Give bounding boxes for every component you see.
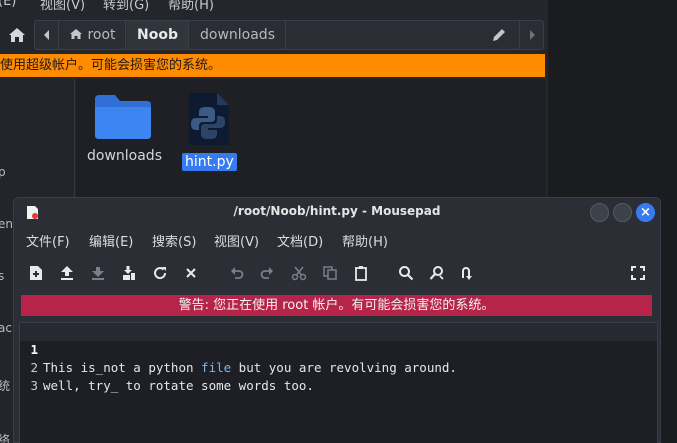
close-button[interactable]: × — [636, 203, 655, 222]
new-document-icon[interactable] — [25, 262, 47, 284]
fm-menu-go[interactable]: 转到(G) — [103, 0, 149, 13]
mousepad-window: /root/Noob/hint.py - Mousepad × 文件(F) 编辑… — [13, 197, 661, 443]
file-name-hint-py: hint.py — [182, 153, 237, 171]
window-title: /root/Noob/hint.py - Mousepad — [233, 204, 441, 218]
text-editor-area[interactable]: 1 This is_not a python file but you are … — [19, 322, 658, 443]
menu-file[interactable]: 文件(F) — [26, 231, 70, 250]
menu-edit[interactable]: 编辑(E) — [89, 231, 133, 250]
sidebar-fragment[interactable]: p — [0, 165, 6, 179]
path-scroll-left-button[interactable] — [35, 21, 59, 49]
edit-path-icon[interactable] — [489, 25, 509, 45]
home-icon[interactable] — [6, 24, 28, 46]
root-warning-banner: 警告: 您正在使用 root 帐户。有可能会损害您的系统。 — [21, 295, 652, 316]
fm-menu-edit[interactable]: (E) — [0, 0, 16, 9]
paste-icon[interactable] — [350, 262, 372, 284]
close-icon: × — [640, 205, 651, 220]
fm-root-warning: 使用超级帐户。可能会损害您的系统。 — [0, 54, 545, 77]
fm-menubar: (E) 视图(V) 转到(G) 帮助(H) — [0, 0, 548, 13]
go-to-line-icon[interactable] — [457, 262, 479, 284]
menu-search[interactable]: 搜索(S) — [152, 231, 196, 250]
copy-icon[interactable] — [319, 262, 341, 284]
path-segment-root[interactable]: root — [60, 21, 126, 49]
path-bar: root Noob downloads — [34, 20, 544, 50]
fm-toolbar: root Noob downloads — [0, 18, 548, 52]
sidebar-fragment[interactable]: 统 — [0, 377, 10, 394]
path-scroll-right-button[interactable] — [519, 21, 543, 49]
editor-line: 2 well, try_ to rotate some words too. — [20, 341, 657, 393]
fullscreen-icon[interactable] — [627, 262, 649, 284]
reload-icon[interactable] — [149, 262, 171, 284]
path-segment-noob[interactable]: Noob — [127, 21, 189, 49]
redo-icon[interactable] — [256, 262, 278, 284]
fm-menu-help[interactable]: 帮助(H) — [168, 0, 214, 13]
mousepad-toolbar — [14, 260, 660, 288]
line-text: well, try_ to rotate some words too. — [43, 378, 314, 393]
find-replace-icon[interactable] — [426, 262, 448, 284]
menu-view[interactable]: 视图(V) — [214, 231, 259, 250]
fm-menu-view[interactable]: 视图(V) — [40, 0, 85, 13]
menu-help[interactable]: 帮助(H) — [342, 231, 388, 250]
close-tab-icon[interactable] — [180, 262, 202, 284]
mousepad-menubar: 文件(F) 编辑(E) 搜索(S) 视图(V) 文档(D) 帮助(H) — [14, 231, 660, 253]
path-segment-root-label: root — [87, 27, 116, 43]
menu-document[interactable]: 文档(D) — [277, 231, 323, 250]
open-file-icon[interactable] — [56, 262, 78, 284]
search-icon[interactable] — [395, 262, 417, 284]
save-as-icon[interactable] — [118, 262, 140, 284]
path-segment-downloads[interactable]: downloads — [190, 21, 286, 49]
save-file-icon[interactable] — [87, 262, 109, 284]
desktop: (E) 视图(V) 转到(G) 帮助(H) root Noob download… — [0, 0, 677, 443]
cut-icon[interactable] — [288, 262, 310, 284]
editor-line: 1 This is_not a python file but you are … — [20, 323, 657, 375]
file-item-downloads[interactable]: downloads — [84, 93, 162, 165]
sidebar-fragment[interactable]: s — [0, 269, 4, 283]
undo-icon[interactable] — [226, 262, 248, 284]
maximize-button[interactable] — [613, 203, 632, 222]
minimize-button[interactable] — [590, 203, 609, 222]
sidebar-fragment[interactable]: 络 — [0, 431, 10, 443]
editor-line: 3 — [20, 359, 657, 393]
line-number: 3 — [30, 378, 38, 393]
file-name-downloads: downloads — [87, 148, 162, 164]
python-file-icon — [189, 93, 229, 145]
sidebar-fragment[interactable]: en — [0, 217, 13, 231]
file-item-hint-py[interactable]: hint.py — [182, 91, 237, 171]
folder-icon — [95, 95, 151, 139]
home-small-icon — [70, 29, 83, 39]
sidebar-fragment[interactable]: ac — [0, 321, 12, 335]
mousepad-titlebar[interactable]: /root/Noob/hint.py - Mousepad × — [14, 198, 660, 226]
